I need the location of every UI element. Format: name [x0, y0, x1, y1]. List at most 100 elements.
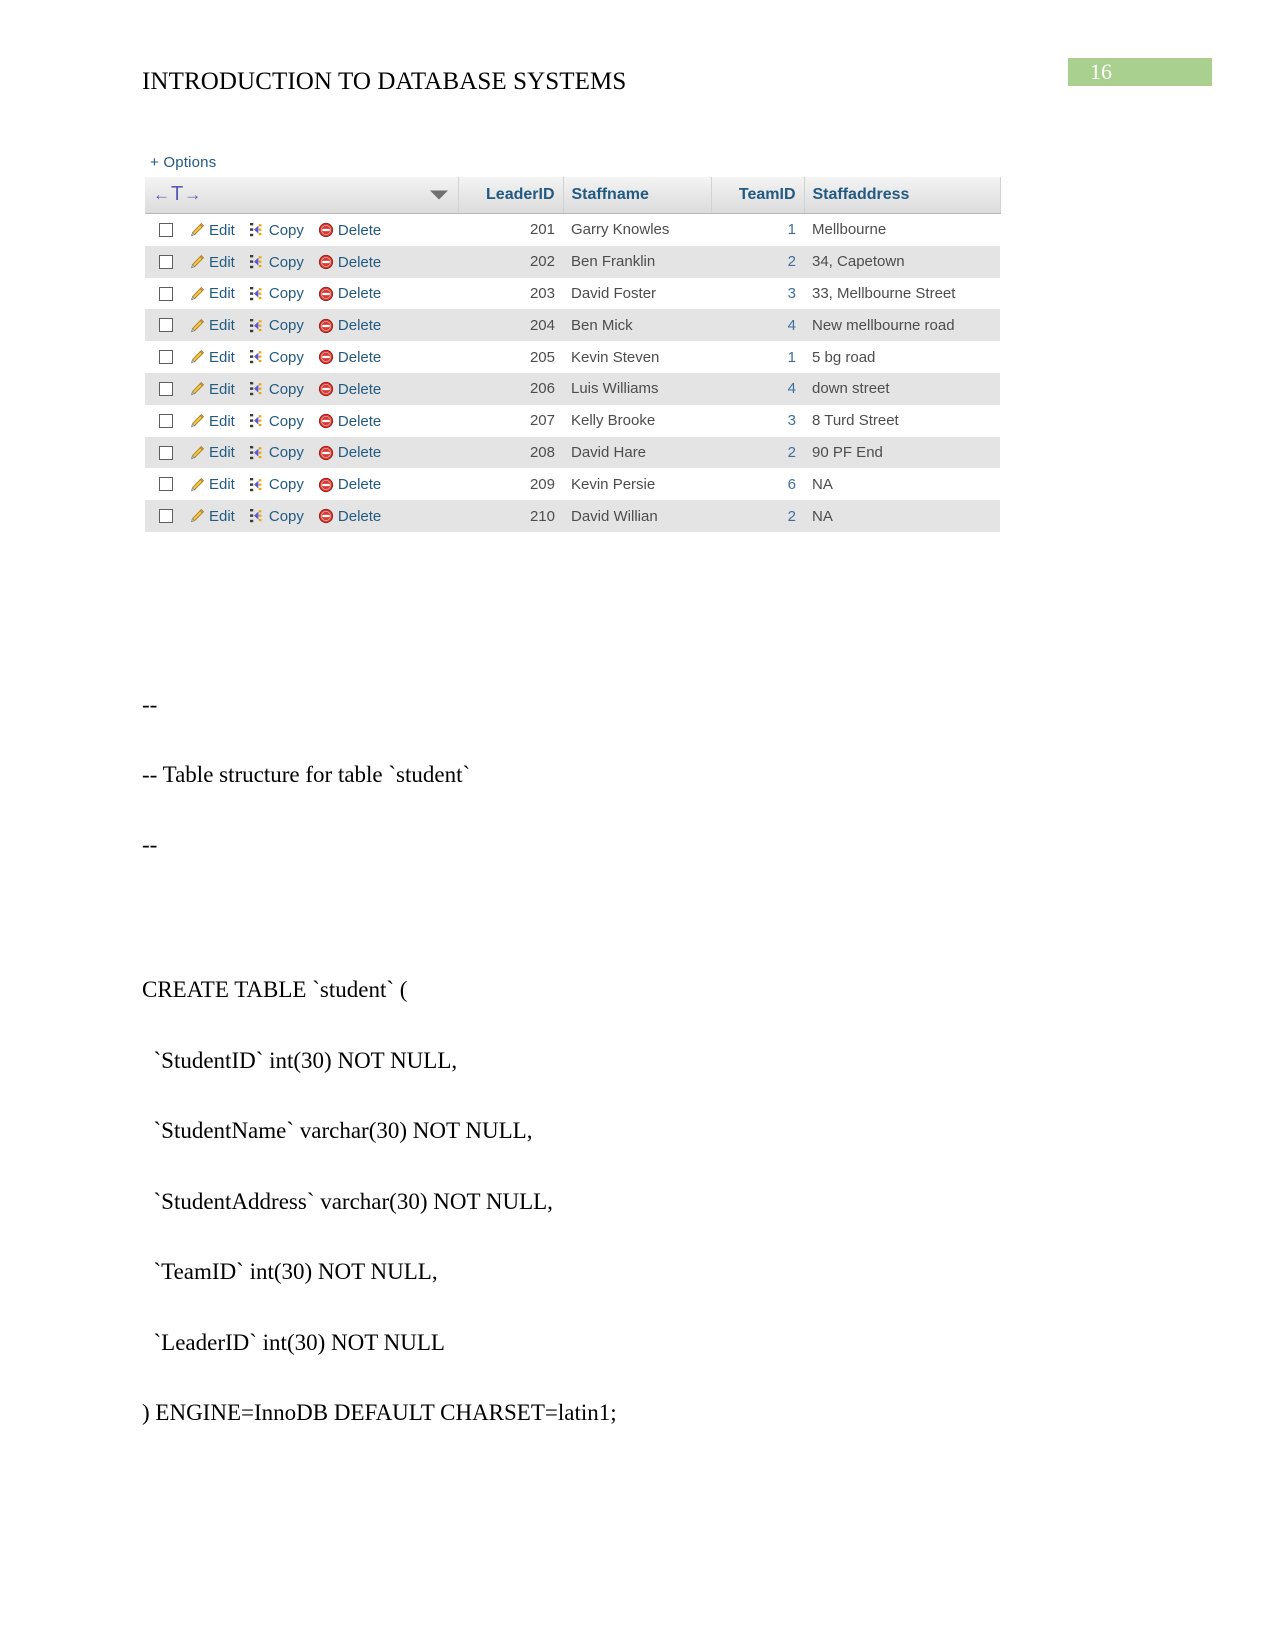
edit-row-button[interactable]: Edit	[189, 317, 235, 334]
cell-staffaddress: 33, Mellbourne Street	[804, 277, 1000, 310]
column-header-leaderid[interactable]: LeaderID	[458, 177, 564, 214]
delete-label: Delete	[337, 412, 382, 430]
copy-label: Copy	[268, 476, 304, 494]
table-row[interactable]: Edit Copy Delete 201 Garry Knowles 1 Mellbourn…	[145, 213, 1000, 246]
delete-label: Delete	[337, 285, 382, 303]
sql-line-2: `StudentID` int(30) NOT NULL,	[142, 1047, 458, 1073]
sql-comment-block: -- -- Table structure for table `student…	[142, 670, 1102, 880]
row-select-checkbox[interactable]	[159, 254, 173, 269]
table-row[interactable]: Edit Copy Delete 209 Kevin Persie 6 NA	[145, 468, 1000, 501]
options-toggle-link[interactable]: + Options	[145, 152, 1000, 177]
column-header-staffname[interactable]: Staffname	[563, 177, 712, 214]
table-row[interactable]: Edit Copy Delete 203 David Foster 3 33, Mellbo…	[145, 277, 1000, 310]
row-select-checkbox[interactable]	[159, 350, 173, 365]
chevron-down-icon[interactable]	[429, 190, 448, 200]
cell-staffname: Kevin Steven	[563, 341, 711, 373]
delete-row-button[interactable]: Delete	[318, 348, 381, 366]
delete-circle-icon	[318, 349, 334, 365]
t-toggle-icon[interactable]: T	[171, 183, 184, 205]
delete-row-button[interactable]: Delete	[318, 380, 381, 398]
copy-row-button[interactable]: Copy	[249, 380, 304, 398]
cell-leaderid: 207	[458, 404, 563, 437]
edit-row-button[interactable]: Edit	[189, 380, 235, 398]
arrow-right-icon[interactable]: →	[184, 185, 202, 204]
cell-staffname: Garry Knowles	[563, 213, 711, 246]
table-row[interactable]: Edit Copy Delete 202 Ben Franklin 2 34, Capeto…	[145, 245, 1000, 278]
delete-row-button[interactable]: Delete	[318, 317, 381, 334]
row-select-checkbox[interactable]	[159, 318, 173, 333]
table-row[interactable]: Edit Copy Delete 205 Kevin Steven 1 5 bg road	[145, 341, 1000, 373]
delete-row-button[interactable]: Delete	[318, 412, 381, 430]
row-select-checkbox[interactable]	[159, 223, 173, 238]
table-row[interactable]: Edit Copy Delete 207 Kelly Brooke 3 8 Turd Str…	[145, 404, 1000, 437]
cell-staffaddress: 5 bg road	[804, 341, 1000, 373]
delete-row-button[interactable]: Delete	[318, 253, 381, 271]
row-actions-cell: Edit Copy Delete	[145, 468, 458, 501]
sql-line-3: `StudentName` varchar(30) NOT NULL,	[142, 1118, 533, 1143]
column-header-staffaddress[interactable]: Staffaddress	[804, 177, 1001, 214]
copy-row-button[interactable]: Copy	[249, 317, 304, 335]
row-select-checkbox[interactable]	[159, 382, 173, 397]
copy-row-button[interactable]: Copy	[249, 507, 304, 525]
cell-staffname: David Willian	[563, 500, 711, 532]
row-select-checkbox[interactable]	[159, 477, 173, 492]
cell-leaderid: 210	[458, 500, 563, 532]
delete-label: Delete	[337, 348, 382, 366]
cell-staffaddress: down street	[804, 372, 1000, 405]
edit-label: Edit	[209, 412, 235, 430]
delete-circle-icon	[318, 222, 334, 238]
edit-row-button[interactable]: Edit	[189, 348, 235, 366]
delete-row-button[interactable]: Delete	[318, 285, 382, 303]
delete-row-button[interactable]: Delete	[318, 507, 381, 525]
edit-label: Edit	[209, 507, 235, 525]
delete-row-button[interactable]: Delete	[318, 221, 381, 239]
edit-row-button[interactable]: Edit	[189, 444, 235, 461]
pencil-icon	[189, 477, 205, 493]
delete-row-button[interactable]: Delete	[318, 476, 381, 493]
delete-label: Delete	[337, 221, 382, 239]
table-row[interactable]: Edit Copy Delete 206 Luis Williams 4 down stre…	[145, 372, 1000, 405]
copy-icon	[249, 254, 265, 270]
row-select-checkbox[interactable]	[159, 509, 173, 524]
sql-line-1: CREATE TABLE `student` (	[142, 977, 408, 1002]
cell-teamid: 1	[711, 213, 804, 246]
copy-label: Copy	[268, 317, 304, 335]
table-row[interactable]: Edit Copy Delete 204 Ben Mick 4 New mellbourne…	[145, 309, 1000, 342]
copy-row-button[interactable]: Copy	[249, 285, 304, 302]
arrow-left-icon[interactable]: ←	[153, 185, 171, 204]
copy-row-button[interactable]: Copy	[249, 476, 304, 494]
row-select-checkbox[interactable]	[159, 413, 173, 428]
copy-label: Copy	[268, 221, 304, 239]
copy-row-button[interactable]: Copy	[249, 348, 304, 366]
row-actions-cell: Edit Copy Delete	[145, 245, 458, 278]
delete-label: Delete	[337, 507, 382, 525]
column-header-actions[interactable]: ←T→	[145, 177, 459, 214]
cell-teamid: 1	[711, 341, 804, 373]
edit-row-button[interactable]: Edit	[189, 507, 235, 525]
pencil-icon	[189, 381, 205, 397]
delete-row-button[interactable]: Delete	[318, 444, 381, 461]
delete-circle-icon	[318, 318, 334, 334]
edit-row-button[interactable]: Edit	[189, 285, 235, 302]
delete-circle-icon	[318, 381, 334, 397]
row-select-checkbox[interactable]	[159, 286, 173, 301]
row-actions-cell: Edit Copy Delete	[145, 309, 458, 342]
edit-row-button[interactable]: Edit	[189, 476, 235, 493]
table-row[interactable]: Edit Copy Delete 208 David Hare 2 90 PF End	[145, 436, 1000, 469]
copy-row-button[interactable]: Copy	[249, 221, 304, 239]
row-select-checkbox[interactable]	[159, 445, 173, 460]
copy-row-button[interactable]: Copy	[249, 444, 304, 461]
cell-leaderid: 204	[458, 309, 563, 342]
edit-row-button[interactable]: Edit	[189, 221, 235, 239]
table-row[interactable]: Edit Copy Delete 210 David Willian 2 NA	[145, 500, 1000, 532]
copy-row-button[interactable]: Copy	[249, 253, 304, 271]
copy-row-button[interactable]: Copy	[249, 412, 304, 430]
page-number-badge: 16	[1068, 58, 1212, 86]
edit-row-button[interactable]: Edit	[189, 412, 235, 430]
delete-label: Delete	[337, 380, 382, 398]
edit-row-button[interactable]: Edit	[189, 253, 235, 271]
row-nav-controls[interactable]: ←T→	[153, 183, 202, 206]
cell-leaderid: 209	[458, 468, 563, 501]
column-header-teamid[interactable]: TeamID	[711, 177, 805, 214]
delete-circle-icon	[318, 286, 334, 302]
